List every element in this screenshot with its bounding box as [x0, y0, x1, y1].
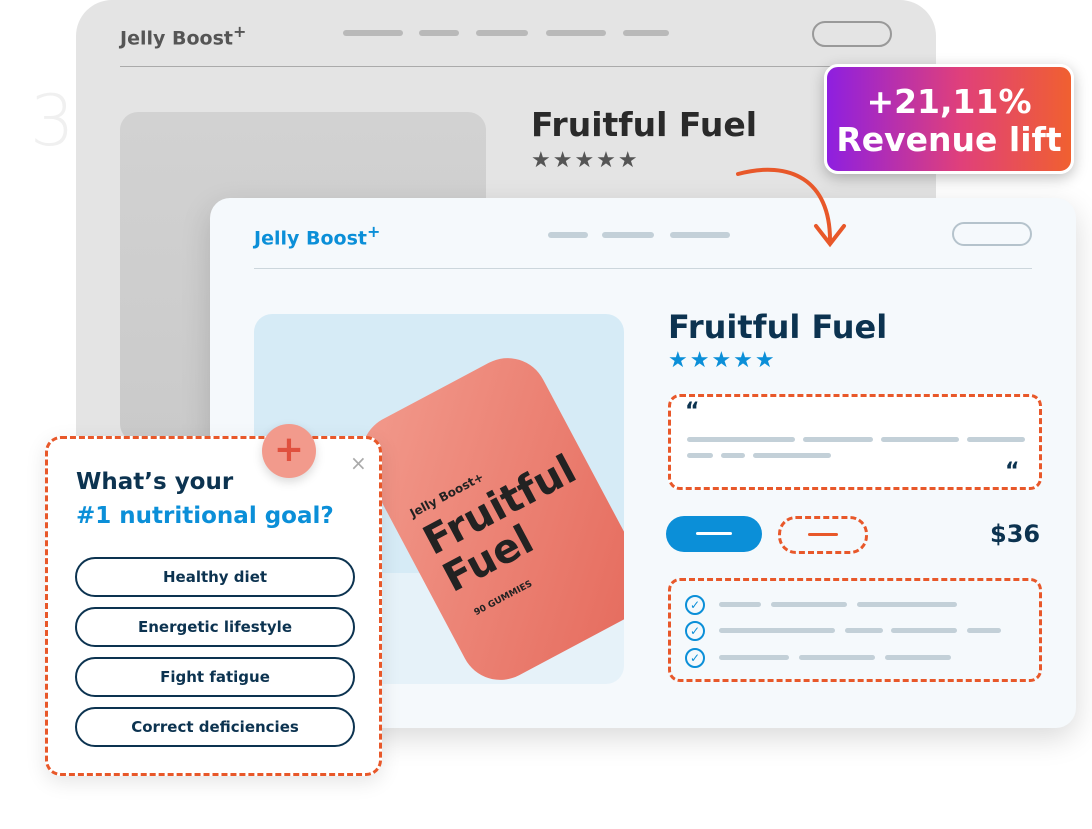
quote-close-icon: “	[1005, 459, 1020, 484]
nav-placeholder	[623, 30, 669, 36]
option-fight-fatigue[interactable]: Fight fatigue	[75, 657, 355, 697]
nav-placeholder	[476, 30, 528, 36]
nav-placeholder	[670, 232, 730, 238]
check-icon: ✓	[685, 621, 705, 641]
divider	[120, 66, 892, 67]
nav-placeholder	[548, 232, 588, 238]
jar-name: Fruitful Fuel	[415, 446, 584, 602]
brand-logo: Jelly Boost+	[120, 22, 247, 50]
popup-title: What’s your	[76, 469, 234, 495]
benefits-list: ✓ ✓ ✓	[668, 578, 1042, 682]
brand-logo: Jelly Boost+	[254, 222, 381, 250]
rating-stars: ★★★★★	[531, 148, 640, 173]
quote-open-icon: “	[685, 399, 700, 424]
option-energetic-lifestyle[interactable]: Energetic lifestyle	[75, 607, 355, 647]
price: $36	[990, 520, 1041, 548]
popup-subtitle: #1 nutritional goal?	[76, 503, 334, 529]
nav-placeholder	[602, 232, 654, 238]
divider	[254, 268, 1032, 269]
arrow-icon	[736, 167, 846, 248]
product-title: Fruitful Fuel	[531, 105, 758, 144]
product-title: Fruitful Fuel	[668, 308, 888, 346]
revenue-lift-badge: +21,11% Revenue lift	[824, 64, 1074, 174]
nav-placeholder	[546, 30, 606, 36]
jar-illustration: Jelly Boost+ Fruitful Fuel 90 GUMMIES	[347, 344, 624, 684]
testimonial-box: “ “	[668, 394, 1042, 490]
gummy-plus-icon: +	[262, 424, 316, 478]
header-button	[952, 222, 1032, 246]
check-icon: ✓	[685, 648, 705, 668]
header-button	[812, 21, 892, 47]
close-icon[interactable]: ×	[350, 451, 367, 475]
nav-placeholder	[343, 30, 403, 36]
nav-placeholder	[419, 30, 459, 36]
check-icon: ✓	[685, 595, 705, 615]
add-to-cart-button[interactable]	[666, 516, 762, 552]
option-healthy-diet[interactable]: Healthy diet	[75, 557, 355, 597]
secondary-button[interactable]	[778, 516, 868, 554]
option-correct-deficiencies[interactable]: Correct deficiencies	[75, 707, 355, 747]
quiz-popup: × What’s your #1 nutritional goal? Healt…	[45, 436, 382, 776]
rating-stars: ★★★★★	[668, 348, 777, 373]
